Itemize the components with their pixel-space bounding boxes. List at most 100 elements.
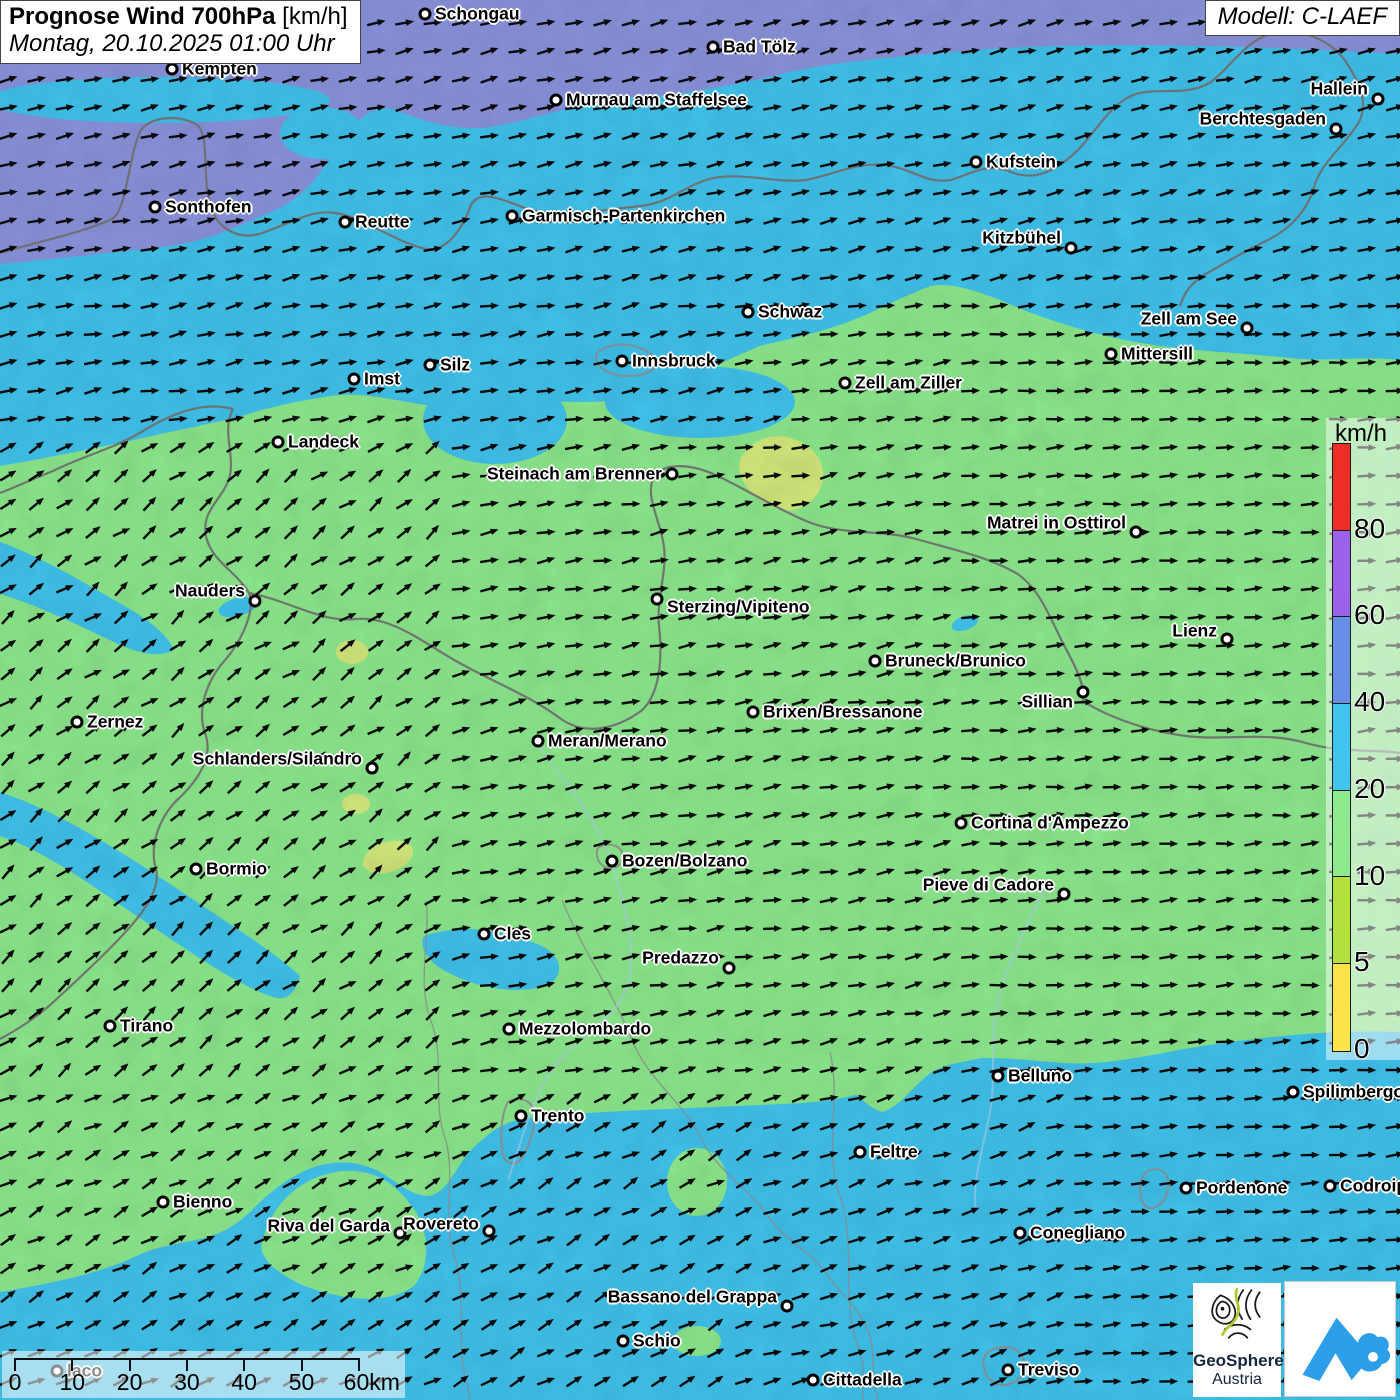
distance-scale-bar: 0102030405060km: [2, 1351, 405, 1398]
city-marker-dot: [1287, 1086, 1300, 1099]
geosphere-wordmark: GeoSphere: [1193, 1351, 1281, 1371]
city-label: Schwaz: [758, 302, 822, 323]
city-label: Garmisch-Partenkirchen: [522, 206, 725, 227]
title-parameter: Prognose Wind 700hPa: [9, 3, 276, 30]
partner-logo-box: [1284, 1281, 1396, 1397]
legend-segment: [1333, 964, 1350, 1051]
legend-tick-label: 5: [1354, 946, 1370, 978]
legend-segment: [1333, 531, 1350, 618]
city-label: Conegliano: [1030, 1223, 1125, 1244]
city-label: Pieve di Cadore: [923, 875, 1054, 896]
city-label: Hallein: [1311, 79, 1368, 100]
city-marker-dot: [348, 373, 361, 386]
city-label: Schlanders/Silandro: [193, 749, 362, 770]
city-label: Sillian: [1021, 692, 1073, 713]
map-title-box: Prognose Wind 700hPa [km/h] Montag, 20.1…: [0, 0, 361, 64]
city-marker-dot: [1241, 322, 1254, 335]
city-marker-dot: [1014, 1227, 1027, 1240]
map-title: Prognose Wind 700hPa [km/h]: [9, 4, 348, 31]
city-marker-dot: [71, 716, 84, 729]
city-marker-dot: [104, 1020, 117, 1033]
city-marker-dot: [1105, 348, 1118, 361]
city-label: Zell am See: [1141, 309, 1237, 330]
city-label: Silz: [440, 355, 470, 376]
city-marker-dot: [1330, 123, 1343, 136]
city-label: Codroipo: [1340, 1176, 1400, 1197]
legend-segment: [1333, 617, 1350, 704]
city-marker-dot: [478, 928, 491, 941]
map-valid-time: Montag, 20.10.2025 01:00 Uhr: [9, 31, 348, 58]
legend-segment: [1333, 444, 1350, 531]
legend-segment: [1333, 704, 1350, 791]
city-label: Kufstein: [986, 152, 1056, 173]
city-marker-dot: [742, 306, 755, 319]
city-marker-dot: [707, 41, 720, 54]
legend-tick-label: 10: [1354, 860, 1385, 892]
city-label: Spilimbergo: [1303, 1082, 1400, 1103]
geosphere-contour-icon: [1205, 1287, 1269, 1345]
city-label: Belluno: [1008, 1066, 1072, 1087]
city-marker-dot: [854, 1146, 867, 1159]
city-marker-dot: [1130, 526, 1143, 539]
city-label: Rovereto: [403, 1214, 479, 1235]
city-marker-dot: [272, 436, 285, 449]
legend-tick-label: 80: [1354, 513, 1385, 545]
city-marker-dot: [419, 8, 432, 21]
city-label: Bassano del Grappa: [608, 1287, 777, 1308]
city-marker-dot: [366, 762, 379, 775]
city-label: Kitzbühel: [982, 228, 1061, 249]
city-label: Riva del Garda: [267, 1216, 390, 1237]
scale-tick-label: 60km: [344, 1369, 400, 1396]
legend-segment: [1333, 877, 1350, 964]
city-label: Mittersill: [1121, 344, 1193, 365]
city-marker-dot: [190, 863, 203, 876]
city-marker-dot: [781, 1300, 794, 1313]
city-label: Zell am Ziller: [855, 373, 962, 394]
city-label: Pordenone: [1196, 1178, 1287, 1199]
legend-color-bar: [1332, 443, 1351, 1052]
legend-segment: [1333, 791, 1350, 878]
scale-tick-label: 0: [9, 1369, 22, 1396]
scale-tick-label: 50: [289, 1369, 315, 1396]
city-marker-dot: [149, 201, 162, 214]
city-marker-dot: [1065, 242, 1078, 255]
city-marker-dot: [532, 735, 545, 748]
city-marker-dot: [1324, 1180, 1337, 1193]
city-label: Bienno: [173, 1192, 232, 1213]
city-label: Cittadella: [823, 1370, 902, 1391]
geosphere-austria-logo: GeoSphere Austria: [1193, 1283, 1281, 1397]
city-marker-dot: [617, 1335, 630, 1348]
city-marker-dot: [666, 468, 679, 481]
city-label: Brixen/Bressanone: [763, 702, 923, 723]
city-marker-dot: [1372, 93, 1385, 106]
city-label: Matrei in Osttirol: [987, 513, 1126, 534]
city-marker-dot: [606, 855, 619, 868]
scale-tick-label: 30: [174, 1369, 200, 1396]
city-label: Murnau am Staffelsee: [566, 90, 747, 111]
city-label: Mezzolombardo: [519, 1019, 651, 1040]
city-label: Schio: [633, 1331, 681, 1352]
city-label: Steinach am Brenner: [487, 464, 662, 485]
city-label: Bozen/Bolzano: [622, 851, 747, 872]
city-label: Zernez: [87, 712, 143, 733]
city-marker-dot: [483, 1225, 496, 1238]
model-name-box: Modell: C-LAEF: [1205, 0, 1400, 36]
city-marker-dot: [424, 359, 437, 372]
city-label: Landeck: [288, 432, 359, 453]
city-marker-dot: [1180, 1182, 1193, 1195]
city-marker-dot: [616, 355, 629, 368]
city-label: Bruneck/Brunico: [885, 651, 1026, 672]
wind-speed-legend: km/h 806040201050: [1326, 418, 1400, 1060]
city-label: Lienz: [1172, 621, 1217, 642]
title-unit: [km/h]: [276, 3, 348, 30]
city-label: Berchtesgaden: [1200, 109, 1326, 130]
wind-forecast-map: Schongau Bad Tölz Kempten Murnau am Staf…: [0, 0, 1400, 1400]
city-marker-dot: [1058, 888, 1071, 901]
city-label: Sterzing/Vipiteno: [667, 597, 810, 618]
city-marker-dot: [157, 1196, 170, 1209]
city-marker-dot: [249, 595, 262, 608]
legend-tick-label: 40: [1354, 686, 1385, 718]
city-label: Feltre: [870, 1142, 918, 1163]
city-label: Cles: [494, 924, 531, 945]
city-label: Cortina d'Ampezzo: [971, 813, 1129, 834]
